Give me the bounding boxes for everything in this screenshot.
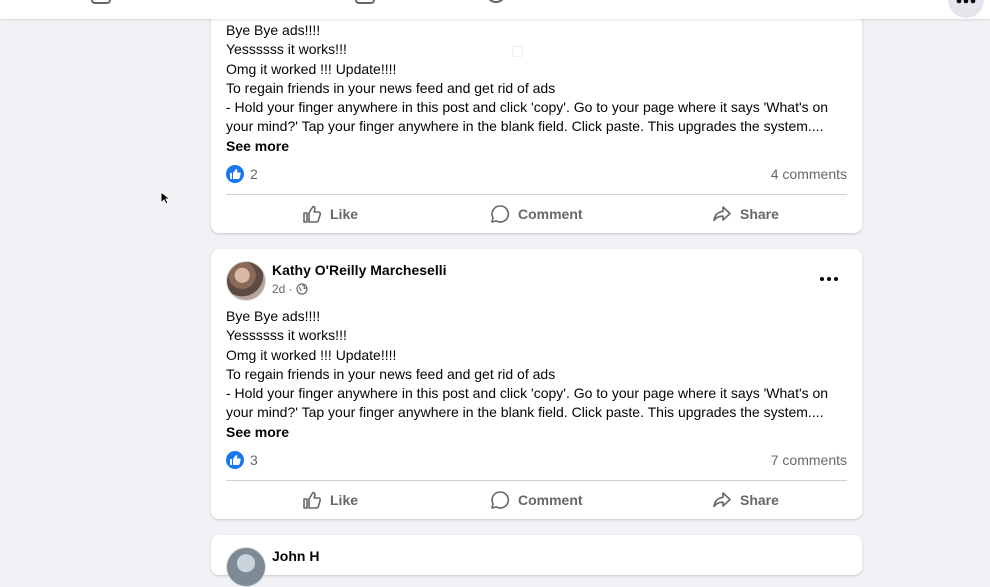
share-button[interactable]: Share [712, 196, 779, 232]
post-time[interactable]: 2d · [272, 282, 293, 296]
comment-label: Comment [518, 206, 583, 222]
post-stats: 2 4 comments [226, 164, 847, 184]
like-button[interactable]: Like [302, 196, 358, 232]
menu-icon [956, 0, 976, 4]
post-actions: Like Comment Share [226, 196, 847, 232]
watch-icon[interactable] [354, 0, 376, 7]
gaming-icon[interactable] [618, 0, 640, 7]
comment-button[interactable]: Comment [490, 482, 583, 518]
share-button[interactable]: Share [712, 482, 779, 518]
post-line: To regain friends in your news feed and … [226, 79, 556, 96]
post-line: To regain friends in your news feed and … [226, 365, 556, 382]
like-label: Like [330, 492, 359, 508]
feed-post: John H [211, 535, 862, 587]
comment-label: Comment [518, 492, 583, 508]
post-actions: Like Comment Share [226, 482, 847, 518]
like-button[interactable]: Like [302, 482, 358, 518]
reaction-count[interactable]: 3 [250, 452, 258, 468]
author-name[interactable]: John H [272, 548, 319, 564]
post-line: Bye Bye ads!!!! [226, 22, 321, 38]
like-reaction-icon[interactable] [226, 165, 244, 183]
see-more-link[interactable]: See more [226, 424, 289, 440]
comments-count[interactable]: 4 comments [771, 166, 847, 182]
groups-icon[interactable] [485, 0, 507, 7]
reaction-count[interactable]: 2 [250, 166, 258, 182]
post-line: Omg it worked !!! Update!!!! [226, 346, 397, 363]
post-header: John H [226, 547, 846, 587]
post-stats: 3 7 comments [226, 450, 847, 470]
feed-post: Kathy O'Reilly Marcheselli 2d · Bye Bye … [211, 249, 862, 519]
post-line: - Hold your finger anywhere in this post… [226, 98, 846, 156]
friends-icon[interactable] [226, 0, 248, 7]
mouse-cursor-icon [160, 191, 170, 205]
feed-post: ▢ Bye Bye ads!!!! Yessssss it works!!! O… [211, 0, 862, 233]
comment-icon [491, 491, 510, 509]
thumbs-up-icon [303, 491, 322, 509]
divider [226, 194, 847, 195]
post-header: Kathy O'Reilly Marcheselli 2d · [226, 261, 846, 301]
thumbs-up-icon [303, 205, 322, 223]
post-body: Bye Bye ads!!!! Yessssss it works!!! Omg… [226, 307, 846, 442]
like-label: Like [330, 206, 359, 222]
post-body: Bye Bye ads!!!! Yessssss it works!!! Omg… [226, 21, 846, 156]
globe-icon [296, 283, 308, 295]
comment-button[interactable]: Comment [490, 196, 583, 232]
post-line: Bye Bye ads!!!! [226, 308, 321, 324]
comment-icon [491, 205, 510, 223]
share-icon [713, 206, 731, 222]
share-label: Share [740, 206, 779, 222]
see-more-link[interactable]: See more [226, 138, 289, 154]
avatar[interactable] [226, 261, 266, 301]
menu-button[interactable] [948, 0, 984, 18]
comments-count[interactable]: 7 comments [771, 452, 847, 468]
post-line: Yessssss it works!!! [226, 327, 347, 344]
avatar[interactable] [226, 547, 266, 587]
share-icon [713, 492, 731, 508]
author-name[interactable]: Kathy O'Reilly Marcheselli [272, 262, 447, 278]
post-line: - Hold your finger anywhere in this post… [226, 384, 846, 442]
like-reaction-icon[interactable] [226, 451, 244, 469]
post-line: Yessssss it works!!! [226, 41, 347, 58]
post-meta: 2d · [272, 282, 308, 296]
post-line-text: - Hold your finger anywhere in this post… [226, 385, 829, 421]
share-label: Share [740, 492, 779, 508]
home-icon[interactable] [90, 0, 112, 7]
top-nav-bar [0, 0, 990, 19]
more-options-icon[interactable] [818, 271, 840, 287]
post-line: Omg it worked !!! Update!!!! [226, 60, 397, 77]
divider [226, 480, 847, 481]
post-line-text: - Hold your finger anywhere in this post… [226, 99, 829, 135]
